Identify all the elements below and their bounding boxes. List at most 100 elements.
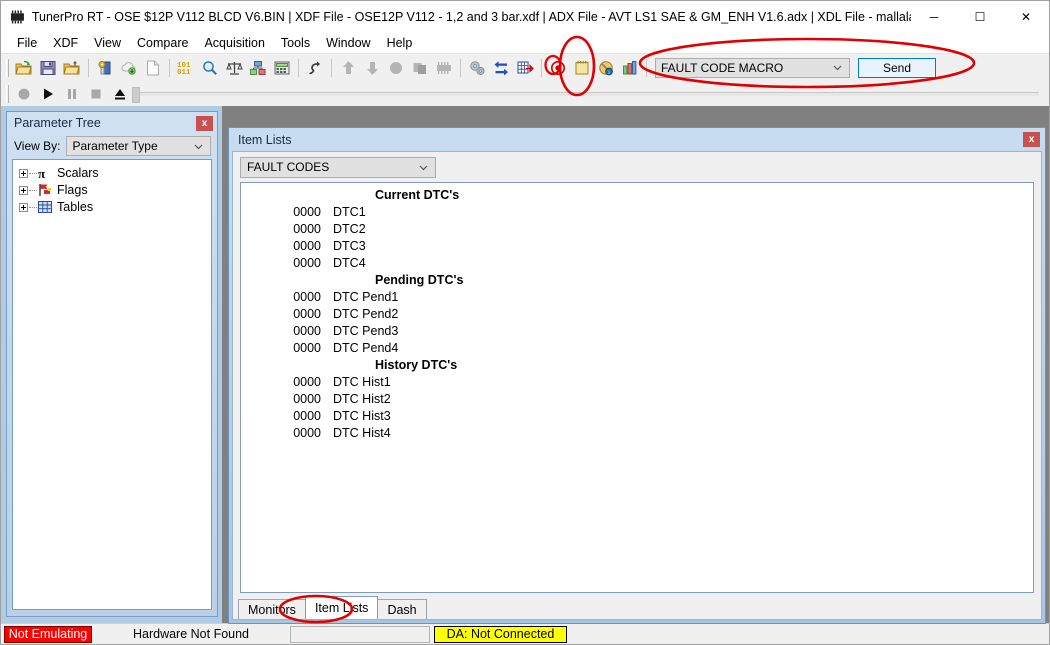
parameter-tree-list[interactable]: π Scalars Flags Tables xyxy=(12,159,212,610)
list-item[interactable]: 0000 DTC3 xyxy=(241,237,1033,254)
svg-text:011: 011 xyxy=(177,69,191,77)
menu-file[interactable]: File xyxy=(9,34,45,52)
dtc-code: 0000 xyxy=(293,408,321,423)
xdf-properties-button[interactable] xyxy=(93,56,117,79)
emulation-button[interactable] xyxy=(384,56,408,79)
menu-view[interactable]: View xyxy=(86,34,129,52)
menu-help[interactable]: Help xyxy=(379,34,421,52)
parameter-tree-close-button[interactable]: x xyxy=(196,115,213,131)
info-button[interactable]: i xyxy=(594,56,618,79)
expand-icon[interactable] xyxy=(19,185,28,195)
toolbar-separator xyxy=(298,58,299,77)
dtc-list[interactable]: Current DTC's 0000 DTC1 0000 DTC2 0000 D… xyxy=(240,182,1034,593)
list-item[interactable]: 0000 DTC Pend2 xyxy=(241,305,1033,322)
menu-compare[interactable]: Compare xyxy=(129,34,196,52)
fault-codes-select[interactable]: FAULT CODES xyxy=(240,156,436,178)
download-ecu-button[interactable] xyxy=(360,56,384,79)
item-lists-button[interactable] xyxy=(570,56,594,79)
book-gear-icon xyxy=(98,60,111,74)
menu-xdf[interactable]: XDF xyxy=(45,34,86,52)
close-button[interactable]: ✕ xyxy=(1003,1,1049,32)
list-item[interactable]: 0000 DTC Hist1 xyxy=(241,373,1033,390)
item-lists-close-button[interactable]: x xyxy=(1023,132,1040,147)
toolbar2-grip[interactable] xyxy=(6,84,9,103)
view-by-label: View By: xyxy=(14,139,61,153)
open-xdf-button[interactable] xyxy=(60,56,84,79)
dtc-name: DTC Hist2 xyxy=(333,391,391,406)
tree-label-tables: Tables xyxy=(57,200,94,214)
maximize-button[interactable]: ☐ xyxy=(957,1,1003,32)
calculator-button[interactable] xyxy=(270,56,294,79)
find-button[interactable] xyxy=(198,56,222,79)
dash-button[interactable] xyxy=(618,56,642,79)
acq-pause-button[interactable] xyxy=(60,82,84,105)
expand-icon[interactable] xyxy=(19,168,28,178)
item-lists-body: FAULT CODES Current DTC's 0000 DTC1 0000 xyxy=(232,151,1042,620)
new-file-button[interactable] xyxy=(141,56,165,79)
record-button[interactable] xyxy=(546,56,570,79)
flash-tool-button[interactable] xyxy=(303,56,327,79)
compare-button[interactable] xyxy=(222,56,246,79)
item-lists-window: Item Lists x FAULT CODES Current DTC's 0… xyxy=(228,127,1046,624)
flash-cable-icon xyxy=(309,61,320,74)
acq-record-button[interactable] xyxy=(12,82,36,105)
record-dot-icon xyxy=(18,88,30,99)
tree-node-scalars[interactable]: π Scalars xyxy=(19,165,211,181)
tree-connector xyxy=(29,172,37,174)
menu-acquisition[interactable]: Acquisition xyxy=(196,34,272,52)
list-item[interactable]: 0000 DTC2 xyxy=(241,220,1033,237)
toolbar-separator xyxy=(331,58,332,77)
settings-gears-button[interactable] xyxy=(465,56,489,79)
toolbar-grip[interactable] xyxy=(6,58,9,77)
acq-position-slider[interactable] xyxy=(132,86,1039,103)
list-item[interactable]: 0000 DTC1 xyxy=(241,203,1033,220)
scales-compare-icon xyxy=(225,61,243,75)
dtc-name: DTC Pend4 xyxy=(333,340,399,355)
item-lists-tabs: Monitors Item Lists Dash xyxy=(233,593,1041,619)
acq-play-button[interactable] xyxy=(36,82,60,105)
upload-button[interactable] xyxy=(336,56,360,79)
acq-eject-button[interactable] xyxy=(108,82,132,105)
list-item[interactable]: 0000 DTC4 xyxy=(241,254,1033,271)
download-button[interactable] xyxy=(117,56,141,79)
open-bin-button[interactable] xyxy=(12,56,36,79)
parameter-tree-button[interactable] xyxy=(246,56,270,79)
macro-select[interactable]: FAULT CODE MACRO xyxy=(655,57,850,78)
tree-node-tables[interactable]: Tables xyxy=(19,199,211,215)
view-by-select[interactable]: Parameter Type xyxy=(66,136,211,156)
memory-button[interactable] xyxy=(432,56,456,79)
svg-text:π: π xyxy=(38,166,45,180)
send-button[interactable]: Send xyxy=(858,57,936,78)
toolbar-separator xyxy=(541,58,542,77)
list-item[interactable]: 0000 DTC Pend4 xyxy=(241,339,1033,356)
grid-target-button[interactable] xyxy=(513,56,537,79)
dtc-code: 0000 xyxy=(293,340,321,355)
list-item[interactable]: 0000 DTC Hist4 xyxy=(241,424,1033,441)
tunerpro-main-window: TunerPro RT - OSE $12P V112 BLCD V6.BIN … xyxy=(0,0,1050,645)
acq-stop-button[interactable] xyxy=(84,82,108,105)
menu-window[interactable]: Window xyxy=(318,34,378,52)
tab-monitors[interactable]: Monitors xyxy=(238,599,306,619)
list-item[interactable]: 0000 DTC Hist2 xyxy=(241,390,1033,407)
dtc-name: DTC Hist4 xyxy=(333,425,391,440)
hex-editor-button[interactable]: 101 011 xyxy=(174,56,198,79)
dtc-name: Current DTC's xyxy=(375,187,460,202)
tab-item-lists[interactable]: Item Lists xyxy=(304,596,379,619)
list-item[interactable]: 0000 DTC Hist3 xyxy=(241,407,1033,424)
tab-dash[interactable]: Dash xyxy=(377,599,427,619)
copy-button[interactable] xyxy=(408,56,432,79)
tree-node-flags[interactable]: Flags xyxy=(19,182,211,198)
swap-button[interactable] xyxy=(489,56,513,79)
dtc-code: 0000 xyxy=(293,204,321,219)
menu-tools[interactable]: Tools xyxy=(273,34,318,52)
slider-thumb[interactable] xyxy=(132,86,140,103)
bar-chart-icon xyxy=(623,60,637,74)
expand-icon[interactable] xyxy=(19,202,28,212)
list-item[interactable]: 0000 DTC Pend3 xyxy=(241,322,1033,339)
minimize-button[interactable]: ─ xyxy=(911,1,957,32)
save-bin-button[interactable] xyxy=(36,56,60,79)
stop-icon xyxy=(91,89,101,98)
dtc-code: 0000 xyxy=(293,425,321,440)
hex-101011-icon: 101 011 xyxy=(177,62,191,77)
list-item[interactable]: 0000 DTC Pend1 xyxy=(241,288,1033,305)
